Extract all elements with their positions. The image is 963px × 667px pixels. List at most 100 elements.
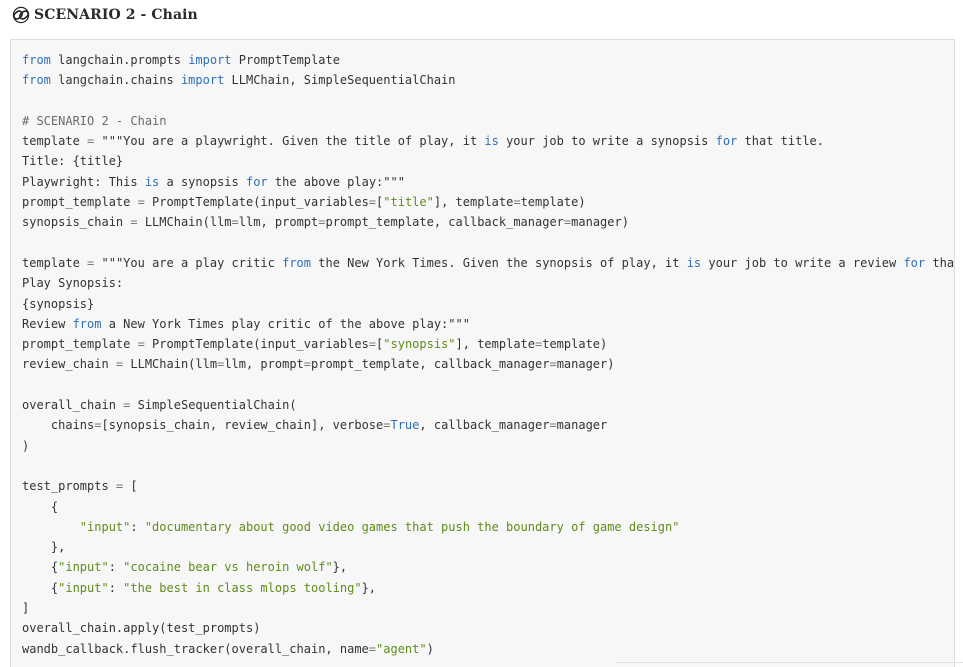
code-block[interactable]: from langchain.prompts import PromptTemp… xyxy=(10,39,955,667)
code-token: : xyxy=(108,580,124,595)
code-token: = xyxy=(513,195,521,210)
code-token: a New York Times play critic of the abov… xyxy=(101,316,470,331)
code-token: the New York Times. Given the synopsis o… xyxy=(311,255,687,270)
page: SCENARIO 2 - Chain from langchain.prompt… xyxy=(0,0,963,667)
code-token: "input" xyxy=(79,519,131,534)
code-token: {synopsis} xyxy=(22,296,95,311)
code-token: LLMChain(llm xyxy=(123,357,218,372)
code-token: Playwright: This xyxy=(22,174,145,189)
code-token: "cocaine bear vs heroin wolf" xyxy=(123,560,333,575)
code-token: is xyxy=(144,174,160,189)
code-token: ) xyxy=(22,438,30,453)
code-line: {"input": "cocaine bear vs heroin wolf"}… xyxy=(22,557,954,577)
code-token: = xyxy=(231,215,239,230)
code-token: that title. xyxy=(737,134,824,149)
code-token: Title: {title} xyxy=(22,154,124,169)
code-token: test_prompts xyxy=(22,479,116,494)
code-token: "agent" xyxy=(376,641,427,656)
code-token: is xyxy=(484,134,499,149)
code-line: ] xyxy=(22,598,954,618)
code-token: that play. xyxy=(932,255,955,270)
code-token: manager xyxy=(556,418,608,433)
code-token: ], template xyxy=(433,195,514,210)
code-token: llm, prompt xyxy=(224,357,304,372)
code-token: prompt_template, callback_manager xyxy=(311,357,550,372)
code-token: , callback_manager xyxy=(419,418,550,433)
code-token: True xyxy=(390,418,420,433)
code-line: prompt_template = PromptTemplate(input_v… xyxy=(22,192,954,212)
code-line: Review from a New York Times play critic… xyxy=(22,314,954,334)
code-token: = xyxy=(137,337,145,352)
code-token: = xyxy=(368,195,377,210)
code-token: [ xyxy=(123,479,138,494)
code-token: the above play:""" xyxy=(267,174,405,189)
code-line: "input": "documentary about good video g… xyxy=(22,517,954,537)
code-token: import xyxy=(180,73,225,88)
code-token: from xyxy=(22,53,51,67)
code-token: "input" xyxy=(58,560,109,575)
code-token: manager) xyxy=(556,357,615,372)
code-line: chains = [synopsis_chain, review_chain], v… xyxy=(22,415,954,435)
code-line: Title: {title} xyxy=(22,151,954,171)
code-token: LLMChain, SimpleSequentialChain xyxy=(224,73,456,88)
code-token: }, xyxy=(361,580,377,595)
code-token: PromptTemplate(input_variables xyxy=(144,337,369,352)
code-token: = xyxy=(137,195,145,210)
code-token: prompt_template xyxy=(22,195,138,210)
code-token: review_chain xyxy=(22,357,116,372)
code-token: template) xyxy=(542,337,608,352)
code-token: }, xyxy=(332,560,348,575)
code-content[interactable]: from langchain.prompts import PromptTemp… xyxy=(11,40,954,659)
code-token: = xyxy=(130,215,138,230)
code-token: is xyxy=(686,255,702,270)
code-token: manager) xyxy=(571,215,629,230)
code-token: langchain.prompts xyxy=(50,53,189,67)
code-token: "the best in class mlops tooling" xyxy=(123,580,362,595)
code-token: from xyxy=(22,73,51,88)
code-line: from langchain.prompts import PromptTemp… xyxy=(22,50,954,70)
divider xyxy=(616,662,963,663)
code-token: template xyxy=(22,134,88,149)
code-token: Review xyxy=(22,316,73,331)
code-token: from xyxy=(282,255,312,270)
code-token: overall_chain.apply(test_prompts) xyxy=(22,621,261,636)
code-token: SimpleSequentialChain( xyxy=(130,398,297,413)
code-token: for xyxy=(715,134,738,149)
code-token: prompt_template xyxy=(22,337,138,352)
code-token: wandb_callback.flush_tracker(overall_cha… xyxy=(22,641,369,656)
code-line: ) xyxy=(22,436,954,456)
code-token: langchain.chains xyxy=(50,73,181,88)
code-token: your job to write a synopsis xyxy=(498,134,716,149)
code-token: """You are a play critic xyxy=(94,255,283,270)
code-token: = xyxy=(368,641,377,656)
code-line: wandb_callback.flush_tracker(overall_cha… xyxy=(22,639,954,659)
code-line: Playwright: This is a synopsis for the a… xyxy=(22,172,954,192)
code-token: = xyxy=(368,337,377,352)
code-token: # SCENARIO 2 - Chain xyxy=(22,113,167,128)
code-line: template = """You are a playwright. Give… xyxy=(22,131,954,151)
code-line: {synopsis} xyxy=(22,294,954,314)
code-token: for xyxy=(245,174,268,189)
code-token: Play Synopsis: xyxy=(22,276,124,291)
code-line: Play Synopsis: xyxy=(22,273,954,293)
code-token: ] xyxy=(22,601,30,616)
code-token: "input" xyxy=(58,580,109,595)
code-token: { xyxy=(22,499,59,514)
code-token: overall_chain xyxy=(22,398,124,413)
code-token: """You are a playwright. Given the title… xyxy=(94,134,485,149)
code-token: [synopsis_chain, review_chain], verbose xyxy=(101,418,384,433)
code-token: PromptTemplate xyxy=(231,53,340,67)
code-line: review_chain = LLMChain(llm=llm, prompt=… xyxy=(22,354,954,374)
code-token: your job to write a review xyxy=(701,255,904,270)
code-token: = xyxy=(303,357,312,372)
code-line: template = """You are a play critic from… xyxy=(22,253,954,273)
code-token: { xyxy=(22,580,59,595)
code-line: synopsis_chain = LLMChain(llm=llm, promp… xyxy=(22,212,954,232)
code-token: PromptTemplate(input_variables xyxy=(144,195,369,210)
code-token: : xyxy=(130,519,145,534)
section-header: SCENARIO 2 - Chain xyxy=(12,4,198,26)
